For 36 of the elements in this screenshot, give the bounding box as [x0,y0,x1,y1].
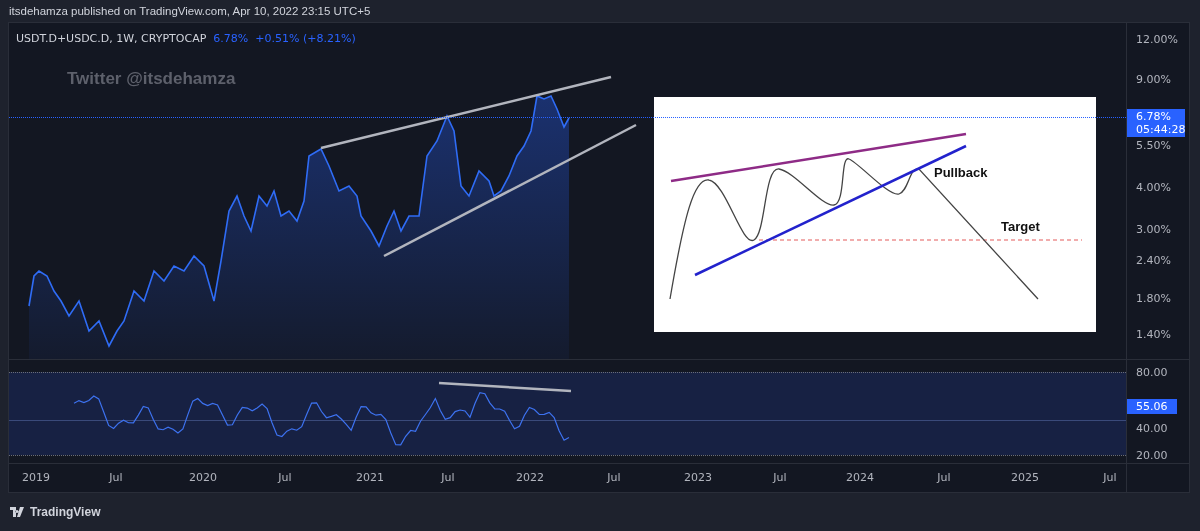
rsi-tick: 40.00 [1136,421,1168,435]
last-price-badge: 6.78% 05:44:28 [1127,109,1185,137]
time-tick: 2021 [356,471,384,484]
price-tick: 4.00% [1136,180,1171,194]
price-tick: 9.00% [1136,72,1171,86]
time-tick: 2024 [846,471,874,484]
price-tick: 12.00% [1136,32,1178,46]
time-tick: 2023 [684,471,712,484]
time-tick: Jul [109,471,123,484]
time-tick: Jul [1103,471,1117,484]
publish-info: itsdehamza published on TradingView.com, Apr 10, 2022 23:15 UTC+5 [8,4,372,19]
time-tick: 2019 [22,471,50,484]
time-tick: Jul [278,471,292,484]
time-tick: Jul [607,471,621,484]
price-tick: 1.40% [1136,327,1171,341]
brand-name: TradingView [30,505,101,519]
price-change: +0.51% (+8.21%) [255,32,356,45]
rsi-tick: 20.00 [1136,448,1168,462]
price-tick: 3.00% [1136,222,1171,236]
time-tick: 2020 [189,471,217,484]
rsi-tick: 80.00 [1136,365,1168,379]
time-tick: 2022 [516,471,544,484]
target-label: Target [1001,219,1040,234]
price-tick: 1.80% [1136,291,1171,305]
logo-icon [10,507,26,517]
symbol-info: USDT.D+USDC.D, 1W, CRYPTOCAP [16,32,207,45]
time-tick: Jul [441,471,455,484]
time-tick: Jul [773,471,787,484]
author-note: Twitter @itsdehamza [67,69,236,89]
time-tick: 2025 [1011,471,1039,484]
price-tick: 2.40% [1136,253,1171,267]
last-value: 6.78% [213,32,249,45]
rsi-value-badge: 55.06 [1127,399,1177,414]
pullback-label: Pullback [934,165,988,180]
time-tick: Jul [937,471,951,484]
price-tick: 5.50% [1136,138,1171,152]
